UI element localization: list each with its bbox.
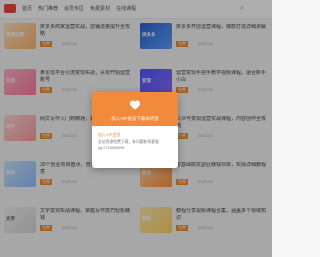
modal-body-text: 全站资源免费下载，有问题联系客服qq:2715966996 [98,140,159,150]
modal-vip-link[interactable]: 加入VIP会员 [98,132,120,138]
modal-title: 加入VIP会员下载本内容 [111,116,159,121]
modal-header: 加入VIP会员下载本内容 [92,92,178,126]
heart-icon [129,100,141,110]
vip-modal: 加入VIP会员下载本内容 加入VIP会员 全站资源免费下载，有问题联系客服qq:… [92,92,178,168]
